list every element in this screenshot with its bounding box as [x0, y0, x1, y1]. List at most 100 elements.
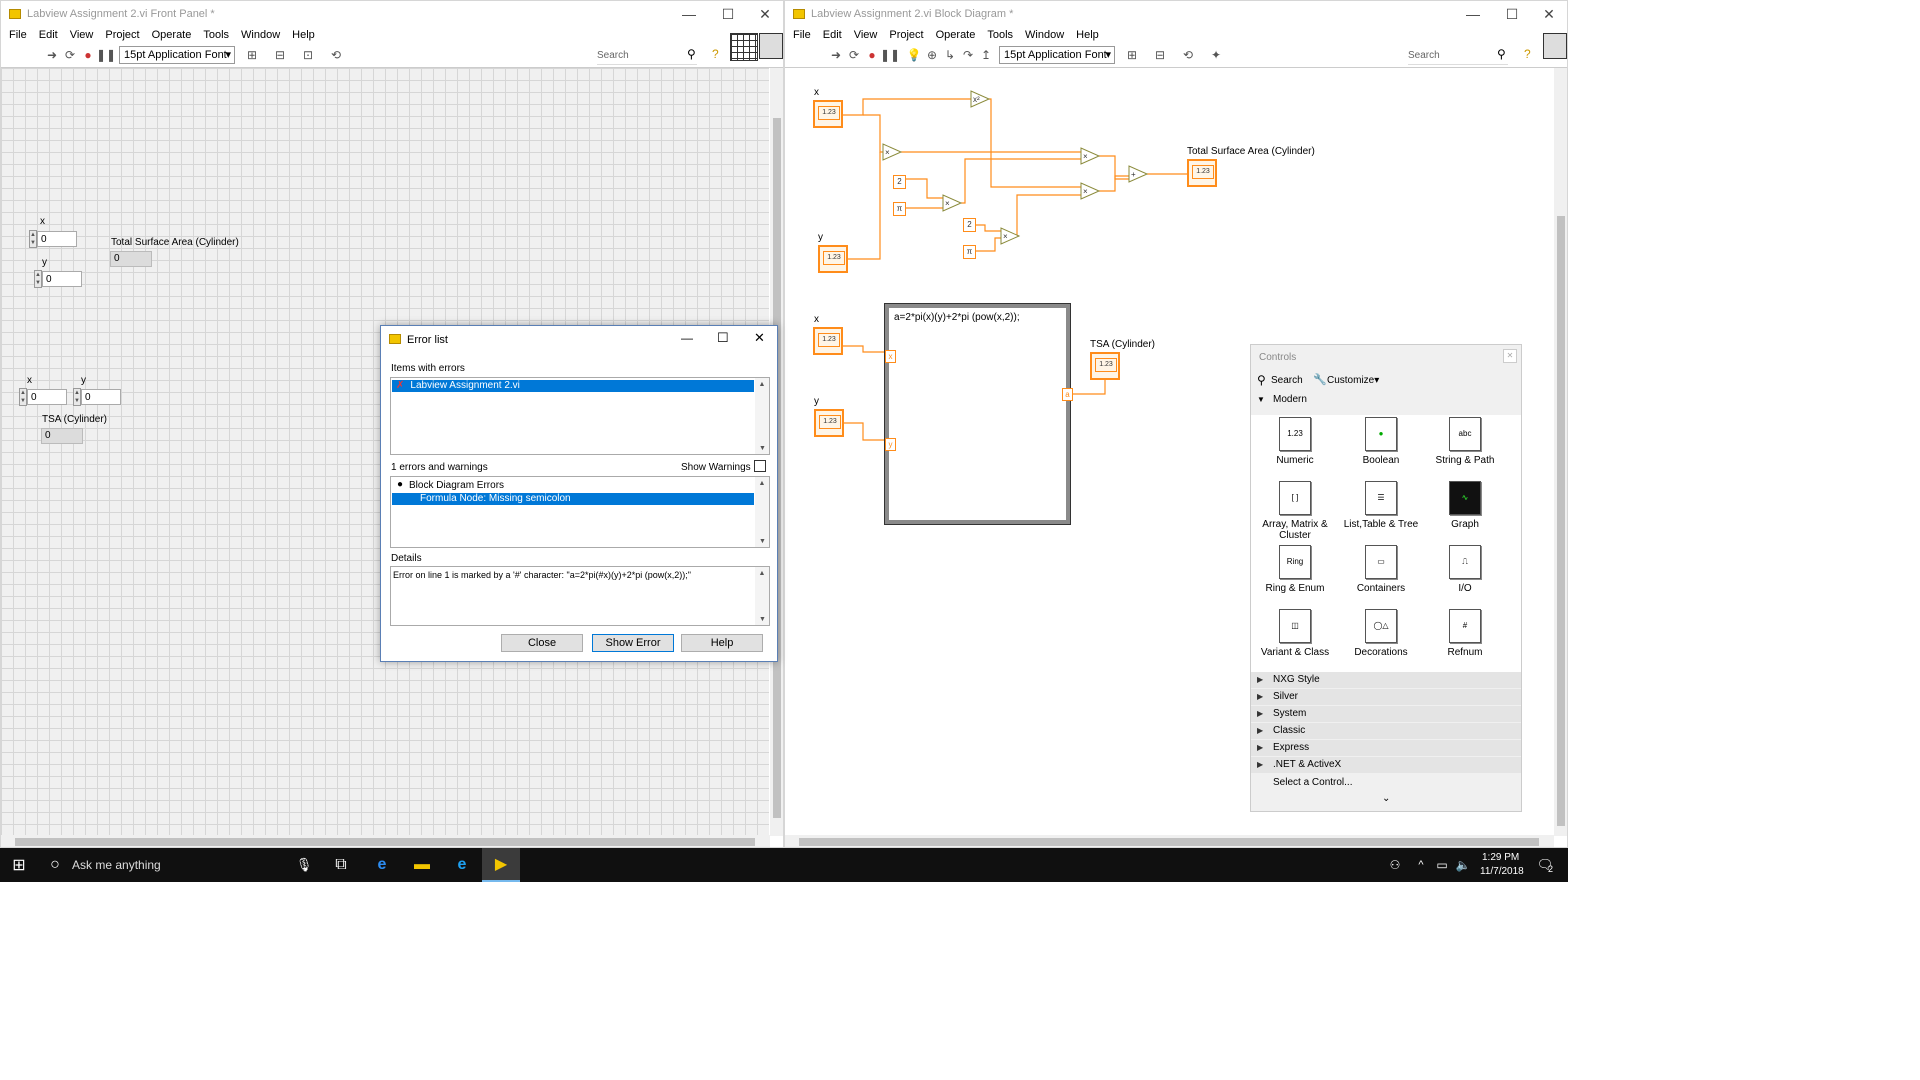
close-dialog-button[interactable]: Close: [501, 634, 583, 652]
reorder-icon[interactable]: ⟲: [327, 46, 345, 64]
highlight-execution-icon[interactable]: 💡: [905, 46, 923, 64]
bd-x2-terminal[interactable]: 1.23: [813, 327, 843, 355]
microphone-icon[interactable]: 🎙: [290, 848, 318, 882]
menu-help[interactable]: Help: [286, 27, 321, 43]
menu-view[interactable]: View: [848, 27, 884, 43]
palette-string-path[interactable]: abc String & Path: [1423, 417, 1507, 466]
control-x2-value[interactable]: 0: [27, 389, 67, 405]
scroll-thumb[interactable]: [799, 838, 1539, 846]
menu-project[interactable]: Project: [99, 27, 145, 43]
menu-file[interactable]: File: [787, 27, 817, 43]
palette-io[interactable]: ⎍ I/O: [1423, 545, 1507, 594]
menu-view[interactable]: View: [64, 27, 100, 43]
constant-two[interactable]: 2: [893, 175, 906, 189]
numeric-control-y2[interactable]: ▲ ▼ 0: [73, 388, 121, 406]
close-button[interactable]: ✕: [1531, 1, 1567, 27]
dialog-titlebar[interactable]: Error list — ☐ ✕: [381, 326, 777, 352]
expand-triangle-icon[interactable]: ▼: [1257, 395, 1265, 404]
volume-icon[interactable]: 🔈: [1454, 848, 1472, 882]
palette-search-icon[interactable]: ⚲: [1257, 373, 1266, 387]
run-continuously-icon[interactable]: ⟳: [61, 46, 79, 64]
block-diagram-search[interactable]: Search: [1408, 48, 1508, 65]
bd-tsa-long-indicator[interactable]: 1.23: [1187, 159, 1217, 187]
maximize-button[interactable]: ☐: [717, 330, 729, 346]
category-express[interactable]: ▶ Express: [1251, 740, 1521, 757]
palette-customize-button[interactable]: Customize▾: [1327, 375, 1379, 386]
context-help-icon[interactable]: ?: [1524, 47, 1531, 61]
menu-operate[interactable]: Operate: [930, 27, 982, 43]
connector-pane-icon[interactable]: [730, 33, 758, 61]
front-panel-search[interactable]: Search: [597, 48, 697, 65]
increment-decrement-icon[interactable]: ▲ ▼: [34, 270, 42, 288]
labview-taskbar-icon[interactable]: ▶: [482, 848, 520, 882]
menu-edit[interactable]: Edit: [33, 27, 64, 43]
run-arrow-icon[interactable]: ➜: [43, 46, 61, 64]
abort-icon[interactable]: ●: [79, 46, 97, 64]
formula-output-a[interactable]: a: [1062, 388, 1073, 401]
cortana-circle-icon[interactable]: ○: [40, 848, 70, 882]
cortana-search-input[interactable]: Ask me anything: [72, 858, 161, 872]
vi-icon[interactable]: [1543, 33, 1567, 59]
clean-up-diagram-icon[interactable]: ✦: [1207, 46, 1225, 64]
block-diagram-vscroll[interactable]: [1554, 68, 1567, 836]
category-system[interactable]: ▶ System: [1251, 706, 1521, 723]
edge-browser-icon[interactable]: e: [364, 848, 400, 882]
show-hidden-icons-icon[interactable]: ^: [1412, 848, 1430, 882]
increment-decrement-icon[interactable]: ▲ ▼: [29, 230, 37, 248]
category-classic[interactable]: ▶ Classic: [1251, 723, 1521, 740]
palette-search-button[interactable]: Search: [1271, 375, 1303, 386]
palette-decorations[interactable]: ◯△ Decorations: [1339, 609, 1423, 658]
distribute-objects-icon[interactable]: ⊟: [1151, 46, 1169, 64]
retain-wire-values-icon[interactable]: ⊕: [923, 46, 941, 64]
errors-list[interactable]: ● Block Diagram Errors Formula Node: Mis…: [390, 476, 770, 548]
maximize-button[interactable]: ☐: [710, 1, 746, 27]
palette-section-modern[interactable]: Modern: [1273, 394, 1307, 405]
pause-icon[interactable]: ❚❚: [96, 46, 116, 64]
notifications-icon[interactable]: 🗨: [1530, 848, 1560, 882]
front-panel-titlebar[interactable]: Labview Assignment 2.vi Front Panel * — …: [1, 1, 783, 27]
step-out-icon[interactable]: ↥: [977, 46, 995, 64]
bd-y2-terminal[interactable]: 1.23: [814, 409, 844, 437]
help-button[interactable]: Help: [681, 634, 763, 652]
file-explorer-icon[interactable]: ▬: [404, 848, 440, 882]
category-dotnet-activex[interactable]: ▶ .NET & ActiveX: [1251, 757, 1521, 774]
font-selector[interactable]: 15pt Application Font: [119, 46, 235, 64]
details-scrollbar[interactable]: ▲ ▼: [755, 567, 769, 625]
numeric-control-x[interactable]: ▲ ▼ 0: [29, 230, 77, 248]
palette-close-icon[interactable]: ✕: [1503, 349, 1517, 363]
error-entry-selected[interactable]: Formula Node: Missing semicolon: [392, 493, 754, 505]
chevron-down-icon[interactable]: ⌄: [1382, 793, 1390, 804]
show-error-button[interactable]: Show Error: [592, 634, 674, 652]
increment-decrement-icon[interactable]: ▲ ▼: [19, 388, 27, 406]
menu-edit[interactable]: Edit: [817, 27, 848, 43]
menu-file[interactable]: File: [3, 27, 33, 43]
clock-time[interactable]: 1:29 PM: [1482, 852, 1519, 863]
align-objects-icon[interactable]: ⊞: [243, 46, 261, 64]
resize-objects-icon[interactable]: ⊡: [299, 46, 317, 64]
formula-node-text[interactable]: a=2*pi(x)(y)+2*pi (pow(x,2));: [894, 312, 1020, 323]
wrench-icon[interactable]: 🔧: [1313, 373, 1327, 386]
block-diagram-hscroll[interactable]: [785, 835, 1554, 847]
front-panel-hscroll[interactable]: [1, 835, 770, 847]
bd-x-terminal[interactable]: 1.23: [813, 100, 843, 128]
formula-input-y[interactable]: y: [885, 438, 896, 451]
vi-icon[interactable]: [759, 33, 783, 59]
increment-decrement-icon[interactable]: ▲ ▼: [73, 388, 81, 406]
palette-array-matrix-cluster[interactable]: [ ] Array, Matrix & Cluster: [1253, 481, 1337, 541]
menu-window[interactable]: Window: [235, 27, 286, 43]
select-a-control[interactable]: Select a Control...: [1273, 777, 1352, 788]
menu-tools[interactable]: Tools: [981, 27, 1019, 43]
people-icon[interactable]: ⚇: [1384, 848, 1406, 882]
step-over-icon[interactable]: ↷: [959, 46, 977, 64]
control-y2-value[interactable]: 0: [81, 389, 121, 405]
control-y-value[interactable]: 0: [42, 271, 82, 287]
distribute-objects-icon[interactable]: ⊟: [271, 46, 289, 64]
close-button[interactable]: ✕: [754, 330, 765, 346]
minimize-button[interactable]: —: [1455, 1, 1491, 27]
search-icon[interactable]: ⚲: [687, 47, 696, 61]
palette-graph[interactable]: ∿ Graph: [1423, 481, 1507, 530]
pi-constant[interactable]: π: [893, 202, 906, 216]
formula-input-x[interactable]: x: [885, 350, 896, 363]
numeric-control-x2[interactable]: ▲ ▼ 0: [19, 388, 67, 406]
minimize-button[interactable]: —: [671, 1, 707, 27]
